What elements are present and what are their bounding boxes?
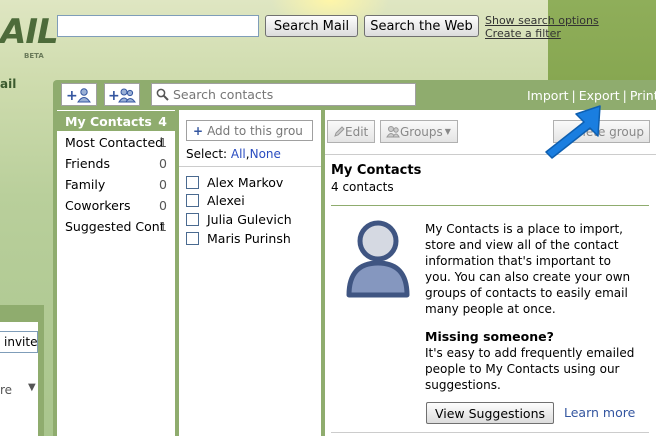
group-label: Suggested Cont — [65, 218, 165, 234]
group-label: Most Contacted — [65, 134, 164, 150]
detail-title: My Contacts — [331, 163, 422, 178]
missing-description: It's easy to add frequently emailed peop… — [425, 346, 635, 392]
group-count: 0 — [159, 197, 167, 213]
list-item[interactable]: Julia Gulevich — [186, 212, 292, 227]
gmail-logo[interactable]: AIL — [0, 12, 59, 52]
contact-name[interactable]: Alex Markov — [207, 175, 283, 190]
pointer-arrow-icon — [545, 105, 601, 159]
contact-checkbox[interactable] — [186, 194, 199, 207]
divider — [331, 205, 649, 206]
contact-checkbox[interactable] — [186, 232, 199, 245]
group-label: Coworkers — [65, 197, 131, 213]
search-mail-button[interactable]: Search Mail — [265, 15, 358, 37]
learn-more-link[interactable]: Learn more — [564, 405, 635, 420]
divider — [179, 166, 321, 167]
add-to-group-button[interactable]: + Add to this grou — [186, 120, 313, 141]
select-label: Select: — [186, 147, 228, 161]
show-search-options-link[interactable]: Show search options — [485, 14, 599, 27]
group-coworkers[interactable]: Coworkers 0 — [57, 195, 175, 215]
sidebar-fragment-text: ail — [0, 77, 17, 91]
plus-icon: + — [193, 123, 204, 138]
group-suggested-contacts[interactable]: Suggested Cont 1 — [57, 216, 175, 236]
search-icon — [156, 88, 169, 101]
edit-label: Edit — [345, 124, 369, 139]
view-suggestions-button[interactable]: View Suggestions — [426, 402, 554, 424]
contact-count: 4 contacts — [331, 180, 394, 194]
group-most-contacted[interactable]: Most Contacted 1 — [57, 132, 175, 152]
group-count: 0 — [159, 176, 167, 192]
group-my-contacts[interactable]: My Contacts 4 — [57, 111, 175, 131]
description-text: My Contacts is a place to import, store … — [425, 222, 631, 316]
group-icon — [386, 126, 400, 138]
invite-button[interactable]: invite — [0, 331, 38, 353]
select-row: Select: All,None — [186, 147, 281, 161]
groups-dropdown-button[interactable]: Groups ▼ — [380, 120, 458, 143]
select-all-link[interactable]: All — [231, 147, 246, 161]
pencil-icon — [334, 125, 345, 137]
group-count: 0 — [159, 155, 167, 171]
svg-text:+: + — [108, 88, 120, 103]
left-fragment-text: re — [0, 383, 13, 397]
contact-name[interactable]: Julia Gulevich — [207, 212, 292, 227]
group-friends[interactable]: Friends 0 — [57, 153, 175, 173]
contacts-search-box[interactable] — [151, 83, 416, 106]
edit-button[interactable]: Edit — [327, 120, 375, 143]
group-label: Family — [65, 176, 106, 192]
add-group-icon: + — [108, 88, 136, 103]
import-link[interactable]: Import — [527, 88, 569, 103]
add-group-button[interactable]: + — [104, 83, 140, 106]
person-icon — [346, 220, 410, 298]
import-export-links: Import | Export | Print — [527, 88, 656, 103]
group-count: 1 — [159, 218, 167, 234]
list-item[interactable]: Alex Markov — [186, 175, 283, 190]
export-link[interactable]: Export — [579, 88, 620, 103]
search-contacts-input[interactable] — [169, 87, 403, 102]
group-count: 1 — [159, 134, 167, 150]
print-link[interactable]: Print — [630, 88, 656, 103]
mail-search-input[interactable] — [57, 15, 259, 37]
separator: | — [571, 88, 576, 103]
add-to-group-label: Add to this grou — [207, 123, 303, 138]
group-count: 4 — [158, 113, 167, 129]
contact-checkbox[interactable] — [186, 176, 199, 189]
list-item[interactable]: Maris Purinsh — [186, 231, 291, 246]
contact-name[interactable]: Maris Purinsh — [207, 231, 291, 246]
create-filter-link[interactable]: Create a filter — [485, 27, 599, 40]
groups-label: Groups — [400, 124, 443, 139]
contact-name[interactable]: Alexei — [207, 193, 245, 208]
group-label: Friends — [65, 155, 110, 171]
search-web-button[interactable]: Search the Web — [364, 15, 479, 37]
group-label: My Contacts — [65, 113, 152, 129]
group-family[interactable]: Family 0 — [57, 174, 175, 194]
dropdown-arrow-icon[interactable]: ▼ — [28, 382, 36, 393]
separator: | — [622, 88, 627, 103]
svg-text:+: + — [66, 88, 78, 103]
missing-title: Missing someone? — [425, 329, 554, 344]
search-links: Show search options Create a filter — [485, 14, 599, 40]
contact-checkbox[interactable] — [186, 213, 199, 226]
add-contact-icon: + — [66, 88, 91, 103]
beta-label: BETA — [24, 52, 44, 60]
add-contact-button[interactable]: + — [61, 83, 97, 106]
list-item[interactable]: Alexei — [186, 193, 245, 208]
chevron-down-icon: ▼ — [444, 127, 451, 136]
divider — [331, 432, 649, 433]
select-none-link[interactable]: None — [250, 147, 281, 161]
